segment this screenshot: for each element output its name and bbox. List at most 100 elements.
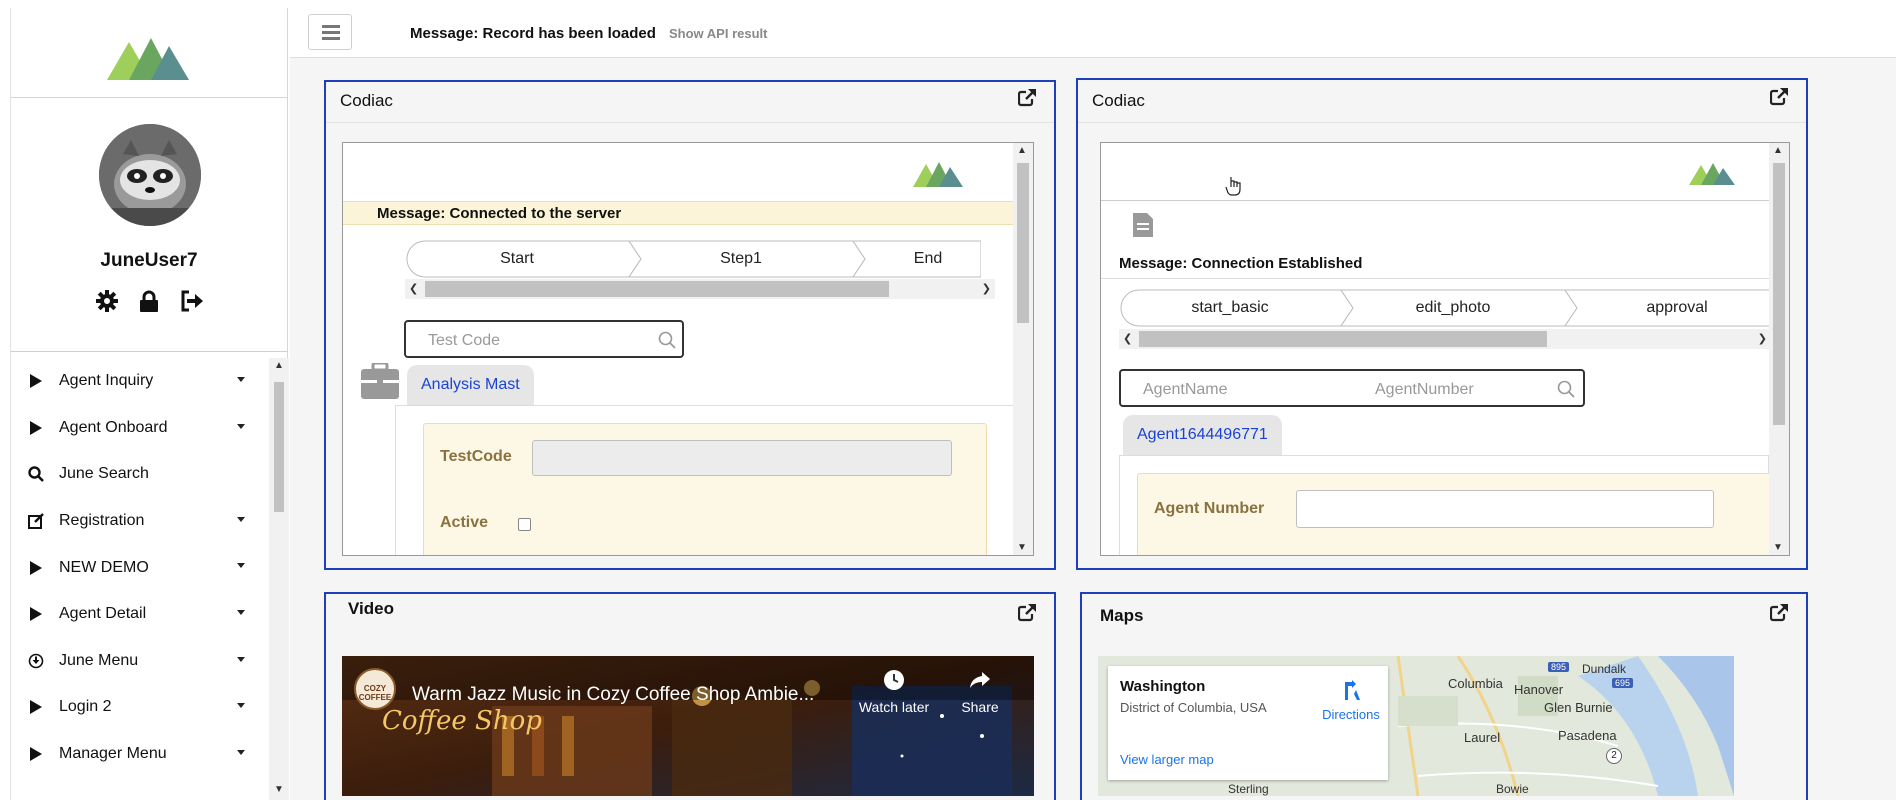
frame-vertical-scrollbar[interactable]: ▲ ▼ bbox=[1769, 143, 1789, 555]
edit-icon bbox=[27, 512, 45, 530]
sidebar-item-label: NEW DEMO bbox=[59, 558, 149, 576]
sidebar-item-label: June Search bbox=[59, 465, 149, 483]
lock-icon[interactable] bbox=[137, 289, 161, 313]
app-logo bbox=[1689, 163, 1735, 185]
tab-analysis-mast[interactable]: Analysis Mast bbox=[407, 365, 534, 407]
show-api-result-link[interactable]: Show API result bbox=[669, 26, 767, 41]
panel-title: Video bbox=[348, 599, 394, 618]
place-name: Washington bbox=[1120, 678, 1206, 695]
test-code-search[interactable]: Test Code bbox=[404, 320, 684, 358]
external-link-icon[interactable] bbox=[1769, 88, 1788, 106]
search-placeholder: Test Code bbox=[428, 332, 501, 349]
step-step1[interactable]: Step1 bbox=[629, 250, 853, 268]
active-label: Active bbox=[440, 514, 489, 531]
scroll-right-arrow-icon[interactable]: ❯ bbox=[1758, 332, 1767, 345]
sidebar-item-agent-detail[interactable]: Agent Detail bbox=[11, 591, 269, 638]
triangle-right-icon bbox=[27, 698, 45, 716]
sidebar-item-registration[interactable]: Registration bbox=[11, 498, 269, 545]
status-message: Message: Record has been loaded bbox=[410, 25, 656, 42]
scroll-up-arrow-icon[interactable]: ▲ bbox=[1773, 145, 1783, 156]
external-link-icon[interactable] bbox=[1017, 89, 1036, 107]
sidebar-item-new-demo[interactable]: NEW DEMO bbox=[11, 544, 269, 591]
agent-search[interactable]: AgentName AgentNumber bbox=[1119, 369, 1585, 407]
panel-title: Maps bbox=[1100, 606, 1144, 625]
maps-panel: Maps Dundalk Columbia Hanover Glen Burni… bbox=[1080, 592, 1808, 800]
step-start-basic[interactable]: start_basic bbox=[1119, 299, 1341, 317]
video-title[interactable]: Warm Jazz Music in Cozy Coffee Shop Ambi… bbox=[412, 684, 814, 706]
share-icon bbox=[970, 672, 990, 688]
hamburger-menu-button[interactable] bbox=[308, 14, 352, 50]
watch-later-button[interactable]: Watch later bbox=[854, 668, 934, 715]
sidebar-item-june-search[interactable]: June Search bbox=[11, 451, 269, 498]
scroll-thumb[interactable] bbox=[274, 382, 284, 512]
agent-name-placeholder: AgentName bbox=[1143, 381, 1228, 398]
scroll-thumb[interactable] bbox=[1139, 331, 1547, 347]
step-end[interactable]: End bbox=[853, 250, 1003, 268]
step-edit-photo[interactable]: edit_photo bbox=[1341, 299, 1565, 317]
sidebar-item-agent-onboard[interactable]: Agent Onboard bbox=[11, 405, 269, 452]
caret-down-icon bbox=[237, 656, 245, 662]
sidebar-item-label: Agent Detail bbox=[59, 605, 147, 623]
directions-icon bbox=[1345, 680, 1360, 700]
sidebar-item-login-2[interactable]: Login 2 bbox=[11, 684, 269, 731]
frame-vertical-scrollbar[interactable]: ▲ ▼ bbox=[1013, 143, 1033, 555]
logo-area bbox=[11, 8, 287, 98]
step-start[interactable]: Start bbox=[405, 250, 629, 268]
caret-down-icon bbox=[237, 516, 245, 522]
external-link-icon[interactable] bbox=[1769, 604, 1788, 622]
steps-horizontal-scrollbar[interactable]: ❮ ❯ bbox=[405, 279, 995, 299]
video-player[interactable]: COZY COFFEE Warm Jazz Music in Cozy Coff… bbox=[342, 656, 1034, 796]
map-embed[interactable]: Dundalk Columbia Hanover Glen Burnie Lau… bbox=[1098, 656, 1734, 796]
codiac-embedded-frame: Message: Connected to the server Start S… bbox=[342, 142, 1034, 556]
avatar[interactable] bbox=[99, 124, 201, 226]
dashboard: Codiac Message: Connected to the server … bbox=[290, 58, 1896, 800]
caret-down-icon bbox=[237, 703, 245, 709]
scroll-down-arrow-icon[interactable]: ▼ bbox=[274, 784, 284, 795]
testcode-input[interactable] bbox=[532, 440, 952, 476]
agent-form: Agent Number bbox=[1137, 473, 1773, 555]
sidebar-item-label: June Menu bbox=[59, 651, 139, 669]
scroll-down-arrow-icon[interactable]: ▼ bbox=[1773, 542, 1783, 553]
search-icon[interactable] bbox=[658, 331, 676, 349]
scroll-thumb[interactable] bbox=[425, 281, 889, 297]
scroll-down-arrow-icon[interactable]: ▼ bbox=[1017, 542, 1027, 553]
sidebar-item-manager-menu[interactable]: Manager Menu bbox=[11, 731, 269, 778]
map-label: Sterling bbox=[1228, 782, 1269, 796]
gear-icon[interactable] bbox=[95, 289, 119, 313]
step-approval[interactable]: approval bbox=[1565, 299, 1789, 317]
external-link-icon[interactable] bbox=[1017, 604, 1036, 622]
scroll-up-arrow-icon[interactable]: ▲ bbox=[274, 360, 284, 371]
agent-number-input[interactable] bbox=[1296, 490, 1714, 528]
scroll-thumb[interactable] bbox=[1017, 163, 1029, 323]
scroll-left-arrow-icon[interactable]: ❮ bbox=[1123, 332, 1132, 345]
caret-down-icon bbox=[237, 609, 245, 615]
analysis-form: TestCode Active bbox=[423, 423, 987, 555]
scroll-right-arrow-icon[interactable]: ❯ bbox=[982, 282, 991, 295]
steps-horizontal-scrollbar[interactable]: ❮ ❯ bbox=[1119, 329, 1771, 349]
codiac-embedded-frame: Message: Connection Established start_ba… bbox=[1100, 142, 1790, 556]
briefcase-icon bbox=[361, 363, 399, 399]
directions-button[interactable]: Directions bbox=[1316, 680, 1386, 722]
map-label: Columbia bbox=[1448, 676, 1503, 691]
map-label: Dundalk bbox=[1582, 662, 1627, 676]
search-icon[interactable] bbox=[1557, 380, 1575, 398]
sidebar-item-agent-inquiry[interactable]: Agent Inquiry bbox=[11, 358, 269, 405]
channel-logo[interactable]: COZY COFFEE bbox=[354, 668, 396, 710]
share-button[interactable]: Share bbox=[950, 668, 1010, 715]
tab-agent[interactable]: Agent1644496771 bbox=[1123, 415, 1282, 457]
caret-down-icon bbox=[237, 563, 245, 569]
active-checkbox[interactable] bbox=[518, 518, 531, 531]
scroll-thumb[interactable] bbox=[1773, 163, 1785, 425]
codiac-panel-2: Codiac Message: Connection Established s… bbox=[1076, 78, 1808, 570]
highway-shield: 695 bbox=[1612, 678, 1634, 688]
sign-out-icon[interactable] bbox=[179, 289, 203, 313]
app-logo bbox=[107, 38, 189, 80]
sidebar-scrollbar[interactable]: ▲ ▼ bbox=[269, 358, 289, 800]
sidebar-item-june-menu[interactable]: June Menu bbox=[11, 638, 269, 685]
sidebar-item-label: Agent Inquiry bbox=[59, 372, 154, 390]
scroll-left-arrow-icon[interactable]: ❮ bbox=[409, 282, 418, 295]
scroll-up-arrow-icon[interactable]: ▲ bbox=[1017, 145, 1027, 156]
view-larger-map-link[interactable]: View larger map bbox=[1120, 752, 1214, 767]
panel-title: Codiac bbox=[1092, 91, 1145, 110]
map-info-card: Washington District of Columbia, USA Dir… bbox=[1108, 666, 1388, 780]
